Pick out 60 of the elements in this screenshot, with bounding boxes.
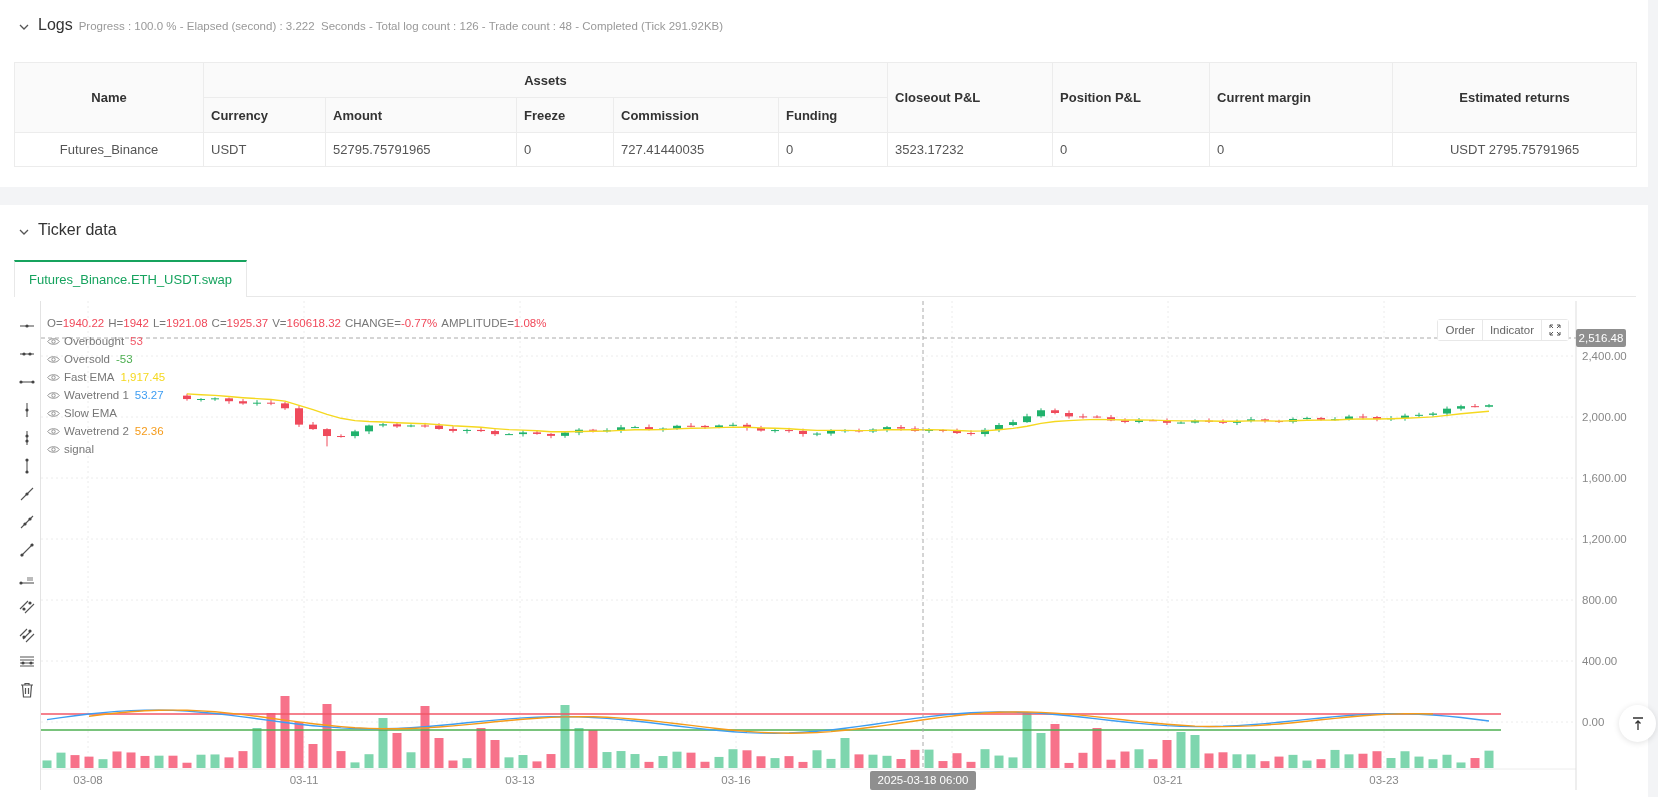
time-axis-label: 03-13 (505, 774, 535, 786)
column-header: Estimated returns (1392, 62, 1637, 133)
table-cell: USDT (203, 132, 326, 167)
column-header: Currency (203, 97, 326, 133)
ohlc-field: AMPLITUDE=1.08% (441, 317, 547, 329)
column-header: Closeout P&L (887, 62, 1053, 133)
time-axis-label: 03-23 (1369, 774, 1399, 786)
column-header: Commission (613, 97, 779, 133)
section-title: Ticker data (38, 221, 117, 239)
ohlc-field: V=160618.32 (272, 317, 341, 329)
chart-button[interactable]: Order (1438, 320, 1483, 340)
time-axis-label: 03-08 (73, 774, 103, 786)
price-axis-label: 1,600.00 (1582, 472, 1627, 484)
column-header: Current margin (1209, 62, 1393, 133)
table-cell: 52795.75791965 (325, 132, 517, 167)
price-tag: 2,516.48 (1576, 329, 1626, 347)
table-cell: 0 (778, 132, 888, 167)
column-header: Name (14, 62, 204, 133)
table-cell: Futures_Binance (14, 132, 204, 167)
time-tag: 2025-03-18 06:00 (870, 771, 976, 790)
legend-label: Wavetrend 2 (64, 425, 129, 437)
legend-label: Wavetrend 1 (64, 389, 129, 401)
column-header: Amount (325, 97, 517, 133)
table-cell: 0 (1209, 132, 1393, 167)
price-axis-label: 2,400.00 (1582, 350, 1627, 362)
ohlc-field: L=1921.08 (152, 317, 208, 329)
table-cell: 0 (516, 132, 614, 167)
price-axis-label: 2,000.00 (1582, 411, 1627, 423)
price-axis-label: 800.00 (1582, 594, 1618, 606)
progress-summary: Progress : 100.0 % - Elapsed (second) : 3.222 Seconds - Total log count : 126 - Trade count : 48 - Completed (Tick 291.92KB) (78, 20, 724, 32)
column-header: Freeze (516, 97, 614, 133)
price-axis-label: 1,200.00 (1582, 533, 1627, 545)
column-header: Position P&L (1052, 62, 1210, 133)
table-cell: 727.41440035 (613, 132, 779, 167)
price-axis-label: 0.00 (1582, 716, 1605, 728)
legend-value: 1,917.45 (120, 371, 166, 383)
column-header: Funding (778, 97, 888, 133)
legend-label: Fast EMA (64, 371, 115, 383)
ohlc-field: C=1925.37 (211, 317, 269, 329)
ohlc-field: H=1942 (108, 317, 149, 329)
ohlc-field: CHANGE=-0.77% (344, 317, 438, 329)
legend-value: 53.27 (134, 389, 164, 401)
tab[interactable]: Futures_Binance.ETH_USDT.swap (14, 260, 248, 297)
price-axis-label: 400.00 (1582, 655, 1618, 667)
table-cell: USDT 2795.75791965 (1392, 132, 1637, 167)
time-axis-label: 03-16 (721, 774, 751, 786)
legend-value: 52.36 (134, 425, 164, 437)
ohlc-field: O=1940.22 (47, 317, 105, 329)
table-cell: 3523.17232 (887, 132, 1053, 167)
table-cell: 0 (1052, 132, 1210, 167)
legend-value: 53 (130, 335, 143, 347)
column-group-header: Assets (203, 62, 888, 98)
legend-value: -53 (116, 353, 133, 365)
section-title: Logs (38, 16, 73, 34)
legend-label: Overbought (64, 335, 125, 347)
time-axis-label: 03-11 (289, 774, 319, 786)
legend-label: Oversold (64, 353, 111, 365)
legend-label: Slow EMA (64, 407, 118, 419)
time-axis-label: 03-21 (1153, 774, 1183, 786)
legend-label: signal (64, 443, 95, 455)
